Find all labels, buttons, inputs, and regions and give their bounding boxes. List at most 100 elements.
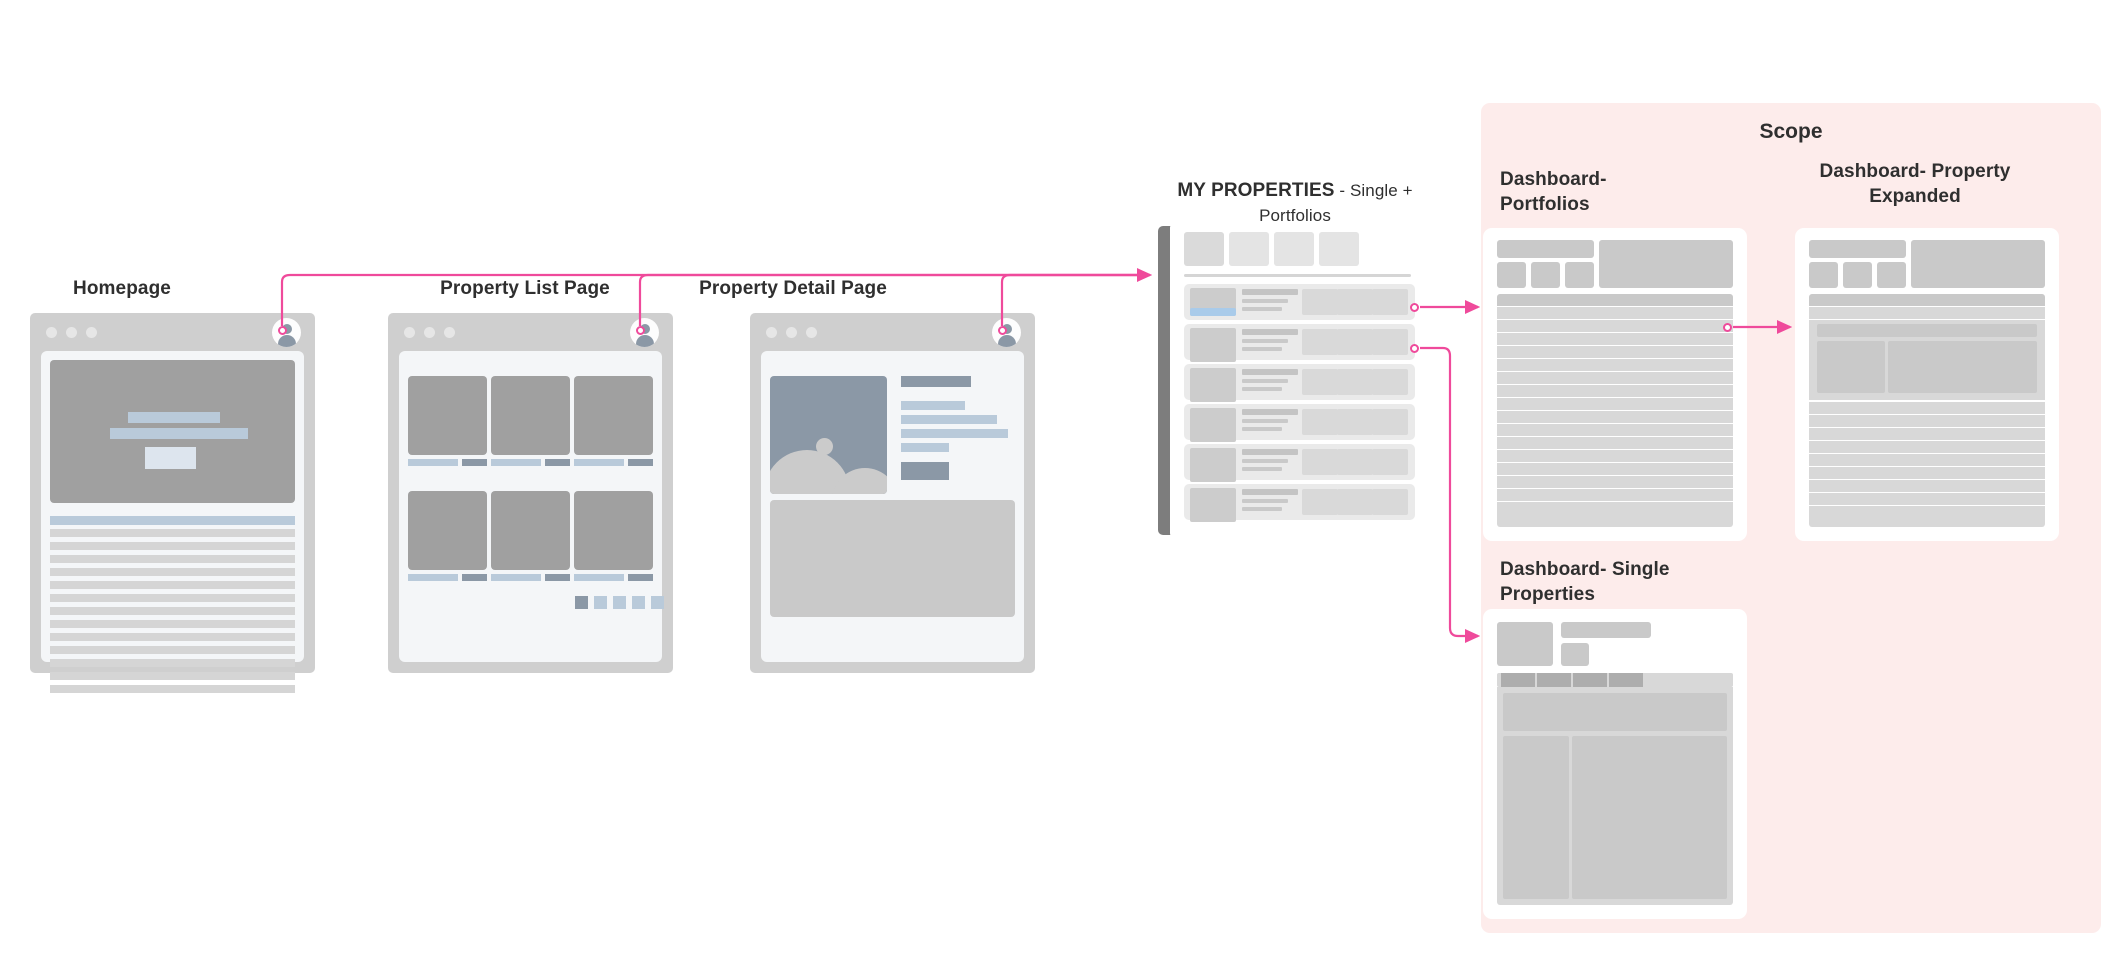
window-dot-close-icon[interactable] — [404, 327, 415, 338]
detail-cta-button[interactable] — [901, 462, 949, 480]
body-text-line — [50, 594, 295, 602]
tab-3[interactable] — [1573, 673, 1607, 687]
property-card-thumbnail[interactable] — [574, 491, 653, 570]
homepage-window[interactable] — [30, 313, 315, 693]
pagination-dot[interactable] — [594, 596, 607, 609]
window-dot-maximize-icon[interactable] — [444, 327, 455, 338]
pagination-dot-active[interactable] — [575, 596, 588, 609]
property-list-window[interactable] — [388, 313, 673, 673]
property-row[interactable] — [1184, 484, 1415, 522]
property-card-thumbnail[interactable] — [408, 491, 487, 570]
table-row[interactable] — [1809, 441, 2045, 453]
my-properties-title-strong: MY PROPERTIES — [1177, 180, 1335, 201]
dashboard-portfolios-card[interactable] — [1483, 228, 1747, 541]
property-metric-cell — [1302, 409, 1338, 435]
hero-headline-bar-1 — [128, 412, 220, 423]
table-row[interactable] — [1497, 502, 1733, 527]
single-header-sub-chip[interactable] — [1561, 643, 1589, 666]
hero-cta-button[interactable] — [145, 447, 196, 469]
single-header-square — [1497, 622, 1553, 666]
table-row[interactable] — [1497, 489, 1733, 501]
my-properties-title: MY PROPERTIES - Single + Portfolios — [1165, 179, 1425, 228]
window-dot-minimize-icon[interactable] — [424, 327, 435, 338]
property-card-thumbnail[interactable] — [491, 376, 570, 455]
table-row[interactable] — [1497, 398, 1733, 410]
pagination-dot[interactable] — [613, 596, 626, 609]
body-text-line — [50, 620, 295, 628]
table-row[interactable] — [1497, 450, 1733, 462]
tab-2[interactable] — [1537, 673, 1571, 687]
detail-text-line — [901, 415, 997, 424]
property-row[interactable] — [1184, 404, 1415, 442]
filter-chip-4[interactable] — [1319, 232, 1359, 266]
my-properties-panel[interactable] — [1158, 222, 1425, 539]
table-row[interactable] — [1497, 424, 1733, 436]
expanded-header-wide-bar — [1809, 240, 1906, 258]
property-detail-window[interactable] — [750, 313, 1035, 673]
property-row[interactable] — [1184, 444, 1415, 482]
window-dot-maximize-icon[interactable] — [806, 327, 817, 338]
table-row[interactable] — [1497, 372, 1733, 384]
table-row[interactable] — [1809, 415, 2045, 427]
filter-chip-2[interactable] — [1229, 232, 1269, 266]
filter-chip-3[interactable] — [1274, 232, 1314, 266]
property-meta-bar — [1242, 347, 1282, 351]
portfolio-header-chip-1[interactable] — [1497, 262, 1526, 288]
tab-1[interactable] — [1501, 673, 1535, 687]
table-row[interactable] — [1497, 346, 1733, 358]
table-row[interactable] — [1809, 402, 2045, 414]
property-row[interactable] — [1184, 364, 1415, 402]
property-card-thumbnail[interactable] — [491, 491, 570, 570]
property-card-thumbnail[interactable] — [574, 376, 653, 455]
window-dot-minimize-icon[interactable] — [66, 327, 77, 338]
window-dot-maximize-icon[interactable] — [86, 327, 97, 338]
window-dot-close-icon[interactable] — [766, 327, 777, 338]
table-row[interactable] — [1497, 307, 1733, 319]
window-dot-close-icon[interactable] — [46, 327, 57, 338]
property-card-thumbnail[interactable] — [408, 376, 487, 455]
table-row[interactable] — [1497, 463, 1733, 475]
dashboard-property-expanded-card[interactable] — [1795, 228, 2059, 541]
table-row[interactable] — [1809, 493, 2045, 505]
expanded-header-chip-3[interactable] — [1877, 262, 1906, 288]
portfolio-header-wide-bar — [1497, 240, 1594, 258]
filter-chip-1[interactable] — [1184, 232, 1224, 266]
expanded-header-chip-1[interactable] — [1809, 262, 1838, 288]
table-row[interactable] — [1809, 480, 2045, 492]
table-row[interactable] — [1809, 467, 2045, 479]
property-row[interactable] — [1184, 324, 1415, 362]
pagination-dot[interactable] — [632, 596, 645, 609]
property-meta-bar — [1242, 379, 1288, 383]
property-meta-bar — [1242, 307, 1282, 311]
portfolio-header-chip-3[interactable] — [1565, 262, 1594, 288]
table-row[interactable] — [1497, 411, 1733, 423]
body-text-line — [50, 568, 295, 576]
property-thumbnail — [1190, 328, 1236, 362]
property-card-label — [491, 459, 541, 466]
table-row[interactable] — [1497, 320, 1733, 332]
table-row[interactable] — [1497, 437, 1733, 449]
expanded-header-chip-2[interactable] — [1843, 262, 1872, 288]
property-meta-bar — [1242, 419, 1288, 423]
table-row[interactable] — [1497, 385, 1733, 397]
tab-4[interactable] — [1609, 673, 1643, 687]
property-metric-cell — [1337, 449, 1373, 475]
property-card-label — [408, 459, 458, 466]
table-row[interactable] — [1809, 307, 2045, 319]
table-row[interactable] — [1497, 333, 1733, 345]
property-row-selected[interactable] — [1184, 284, 1415, 320]
property-card-price — [628, 459, 653, 466]
window-dot-minimize-icon[interactable] — [786, 327, 797, 338]
table-row[interactable] — [1497, 476, 1733, 488]
property-metric-cell — [1302, 449, 1338, 475]
portfolio-header-chip-2[interactable] — [1531, 262, 1560, 288]
dashboard-single-properties-card[interactable] — [1483, 609, 1747, 919]
table-row[interactable] — [1809, 506, 2045, 527]
table-row[interactable] — [1809, 428, 2045, 440]
property-card-label — [574, 459, 624, 466]
table-row[interactable] — [1809, 454, 2045, 466]
pagination-dot[interactable] — [651, 596, 664, 609]
table-row[interactable] — [1497, 359, 1733, 371]
property-metric-cell — [1302, 329, 1338, 355]
dashboard-portfolios-title-line2: Portfolios — [1500, 193, 1590, 215]
